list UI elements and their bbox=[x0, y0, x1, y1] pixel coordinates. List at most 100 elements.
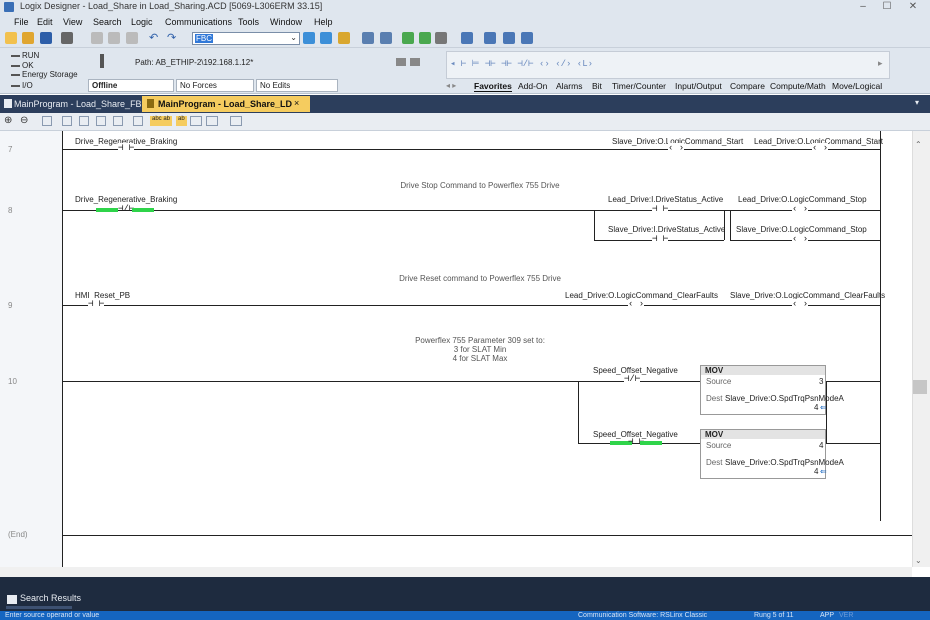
tab-timer-counter[interactable]: Timer/Counter bbox=[612, 81, 666, 91]
tab-favorites[interactable]: Favorites bbox=[474, 81, 512, 92]
watch-icon[interactable] bbox=[521, 32, 533, 44]
save-icon[interactable] bbox=[40, 32, 52, 44]
branch-contact-tag[interactable]: Lead_Drive:I.DriveStatus_Active bbox=[608, 195, 723, 204]
go-online-icon[interactable] bbox=[402, 32, 414, 44]
energy-label: Energy Storage bbox=[22, 70, 78, 79]
close-tab-icon[interactable]: × bbox=[294, 98, 299, 108]
mov-source-value[interactable]: 4 bbox=[819, 441, 823, 450]
chevron-down-icon[interactable]: ⌄ bbox=[290, 33, 297, 42]
download-icon[interactable] bbox=[419, 32, 431, 44]
rung-icon[interactable] bbox=[62, 116, 72, 126]
trends-icon[interactable] bbox=[503, 32, 515, 44]
xic-contact[interactable]: ⊣ ⊢ bbox=[652, 234, 669, 244]
menu-tools[interactable]: Tools bbox=[238, 17, 259, 27]
network-icon[interactable] bbox=[396, 58, 406, 66]
ote-coil[interactable]: ‹ › bbox=[792, 234, 809, 244]
tab-load-share-fb[interactable]: MainProgram - Load_Share_FB bbox=[14, 99, 142, 109]
tab-add-on[interactable]: Add-On bbox=[518, 81, 547, 91]
verify-project-icon[interactable] bbox=[380, 32, 392, 44]
search-combo[interactable]: FBC ⌄ bbox=[192, 32, 300, 45]
tab-input-output[interactable]: Input/Output bbox=[675, 81, 722, 91]
expand-icon[interactable] bbox=[230, 116, 242, 126]
upload-icon[interactable] bbox=[435, 32, 447, 44]
menu-help[interactable]: Help bbox=[314, 17, 333, 27]
xic-contact[interactable]: ⊣ ⊢ bbox=[88, 299, 105, 309]
tab-alarms[interactable]: Alarms bbox=[556, 81, 582, 91]
menu-window[interactable]: Window bbox=[270, 17, 302, 27]
mov-instruction[interactable]: MOV Source 4 Dest Slave_Drive:O.SpdTrqPs… bbox=[700, 429, 844, 479]
ladder-instructions-icon[interactable]: ◂ ⊢ ⊨ ⊣⊢ ⊣⊢ ⊣/⊢ ‹› ‹/› ‹L› bbox=[450, 59, 593, 69]
scroll-up-icon[interactable]: ⌃ bbox=[915, 140, 922, 149]
chevron-right-icon[interactable]: ▸ bbox=[878, 58, 883, 69]
ote-coil[interactable]: ‹ › bbox=[792, 204, 809, 214]
redo-icon[interactable]: ↷ bbox=[167, 32, 179, 44]
maximize-icon[interactable]: ☐ bbox=[876, 0, 898, 14]
ladder-editor[interactable]: 7 Drive_Regenerative_Braking ⊣ ⊢ Slave_D… bbox=[0, 131, 912, 567]
edits-status[interactable]: No Edits bbox=[256, 79, 338, 92]
ote-coil[interactable]: ‹ › bbox=[628, 299, 645, 309]
ote-coil[interactable]: ‹ › bbox=[668, 143, 685, 153]
tab-compare[interactable]: Compare bbox=[730, 81, 765, 91]
cancel-icon[interactable] bbox=[113, 116, 123, 126]
tag-name-toggle[interactable]: ab bbox=[176, 116, 187, 126]
paste-icon[interactable] bbox=[126, 32, 138, 44]
menu-communications[interactable]: Communications bbox=[165, 17, 232, 27]
zoom-in-icon[interactable]: ⊕ bbox=[4, 115, 12, 126]
minimize-icon[interactable]: – bbox=[852, 0, 874, 14]
tags-icon[interactable] bbox=[484, 32, 496, 44]
branch-contact-tag[interactable]: Slave_Drive:I.DriveStatus_Active bbox=[608, 225, 725, 234]
mode-status[interactable]: Offline bbox=[88, 79, 174, 92]
xio-contact[interactable]: ⊣/⊢ bbox=[624, 374, 641, 384]
scroll-thumb[interactable] bbox=[913, 380, 927, 394]
branch-wire bbox=[880, 381, 881, 443]
tab-scroll-icon[interactable]: ◂ ▸ bbox=[446, 81, 456, 90]
tab-move-logical[interactable]: Move/Logical bbox=[832, 81, 882, 91]
ote-coil[interactable]: ‹ › bbox=[792, 299, 809, 309]
verify-icon[interactable] bbox=[362, 32, 374, 44]
cut-icon[interactable] bbox=[91, 32, 103, 44]
zoom-out-icon[interactable]: ⊖ bbox=[20, 115, 28, 126]
open-icon[interactable] bbox=[22, 32, 34, 44]
rung-number: 7 bbox=[8, 145, 13, 154]
tab-bit[interactable]: Bit bbox=[592, 81, 602, 91]
accept-icon[interactable] bbox=[96, 116, 106, 126]
horizontal-scrollbar[interactable] bbox=[0, 567, 912, 577]
routine-icon bbox=[4, 99, 12, 108]
menu-file[interactable]: File bbox=[14, 17, 29, 27]
menu-logic[interactable]: Logic bbox=[131, 17, 153, 27]
comment-icon[interactable] bbox=[190, 116, 202, 126]
xic-contact[interactable]: ⊣ ⊢ bbox=[118, 143, 135, 153]
find-prev-icon[interactable] bbox=[320, 32, 332, 44]
find-next-icon[interactable] bbox=[303, 32, 315, 44]
close-icon[interactable]: ✕ bbox=[902, 0, 924, 14]
copy-icon[interactable] bbox=[108, 32, 120, 44]
mov-source-value[interactable]: 3 bbox=[819, 377, 823, 386]
mov-dest-tag[interactable]: Slave_Drive:O.SpdTrqPsnModeA bbox=[725, 458, 844, 467]
tab-compute-math[interactable]: Compute/Math bbox=[770, 81, 826, 91]
test-icon[interactable] bbox=[133, 116, 143, 126]
tag-description-toggle[interactable]: abc ab bbox=[150, 116, 173, 126]
vertical-scrollbar[interactable] bbox=[912, 131, 930, 567]
coil-tag[interactable]: Lead_Drive:O.LogicCommand_Stop bbox=[738, 195, 867, 204]
forces-status[interactable]: No Forces bbox=[176, 79, 254, 92]
xic-contact[interactable]: ⊣ ⊢ bbox=[652, 204, 669, 214]
mov-instruction[interactable]: MOV Source 3 Dest Slave_Drive:O.SpdTrqPs… bbox=[700, 365, 844, 415]
coil-tag[interactable]: Slave_Drive:O.LogicCommand_Stop bbox=[736, 225, 867, 234]
ote-coil[interactable]: ‹ › bbox=[812, 143, 829, 153]
menu-edit[interactable]: Edit bbox=[37, 17, 53, 27]
new-icon[interactable] bbox=[5, 32, 17, 44]
scroll-down-icon[interactable]: ⌄ bbox=[915, 556, 922, 565]
undo-icon[interactable]: ↶ bbox=[149, 32, 161, 44]
controller-icon[interactable] bbox=[461, 32, 473, 44]
edit-rung-icon[interactable] bbox=[42, 116, 52, 126]
branch-icon[interactable] bbox=[79, 116, 89, 126]
search-results-tab[interactable]: Search Results bbox=[20, 593, 81, 603]
address-icon[interactable] bbox=[206, 116, 218, 126]
print-icon[interactable] bbox=[61, 32, 73, 44]
chevron-down-icon[interactable]: ▾ bbox=[915, 98, 919, 107]
menu-view[interactable]: View bbox=[63, 17, 82, 27]
browse-icon[interactable] bbox=[338, 32, 350, 44]
who-active-icon[interactable] bbox=[410, 58, 420, 66]
contact-tag[interactable]: Drive_Regenerative_Braking bbox=[75, 195, 177, 204]
menu-search[interactable]: Search bbox=[93, 17, 122, 27]
